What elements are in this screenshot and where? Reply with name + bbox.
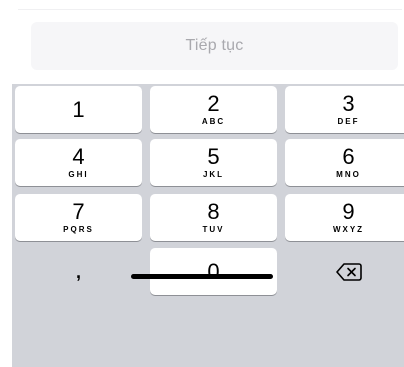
backspace-key[interactable]	[285, 248, 404, 295]
continue-button[interactable]: Tiếp tục	[31, 22, 398, 70]
key-5[interactable]: 5 JKL	[150, 139, 277, 186]
key-letters: TUV	[202, 224, 225, 234]
key-8[interactable]: 8 TUV	[150, 194, 277, 241]
key-digit: 4	[72, 143, 85, 169]
key-digit: 0	[207, 258, 220, 284]
key-digit: 5	[207, 143, 220, 169]
key-digit: 9	[342, 198, 355, 224]
key-letters: WXYZ	[332, 224, 365, 234]
key-digit: 7	[72, 198, 85, 224]
key-7[interactable]: 7 PQRS	[15, 194, 142, 241]
continue-button-label: Tiếp tục	[185, 37, 244, 54]
key-0[interactable]: 0	[150, 248, 277, 295]
key-2[interactable]: 2 ABC	[150, 86, 277, 133]
delete-left-icon	[335, 262, 362, 281]
numeric-keypad: 1 2 ABC 3 DEF 4 GHI 5 JKL 6 MNO 7 PQRS 8…	[12, 84, 404, 367]
key-digit: 2	[207, 90, 220, 116]
key-digit: 3	[342, 90, 355, 116]
key-letters: PQRS	[63, 224, 94, 234]
key-letters: MNO	[336, 169, 361, 179]
key-6[interactable]: 6 MNO	[285, 139, 404, 186]
key-digit: 6	[342, 143, 355, 169]
key-digit: 8	[207, 198, 220, 224]
top-area: Tiếp tục	[0, 0, 404, 84]
key-letters: ABC	[201, 116, 226, 126]
key-letters: JKL	[202, 169, 225, 179]
key-3[interactable]: 3 DEF	[285, 86, 404, 133]
home-indicator	[131, 274, 273, 279]
key-comma-label: ,	[75, 261, 81, 282]
key-digit: 1	[72, 96, 85, 122]
key-9[interactable]: 9 WXYZ	[285, 194, 404, 241]
key-letters: GHI	[68, 169, 89, 179]
key-4[interactable]: 4 GHI	[15, 139, 142, 186]
divider	[18, 9, 402, 10]
key-letters: DEF	[337, 116, 360, 126]
key-comma[interactable]: ,	[15, 248, 142, 295]
key-1[interactable]: 1	[15, 86, 142, 133]
